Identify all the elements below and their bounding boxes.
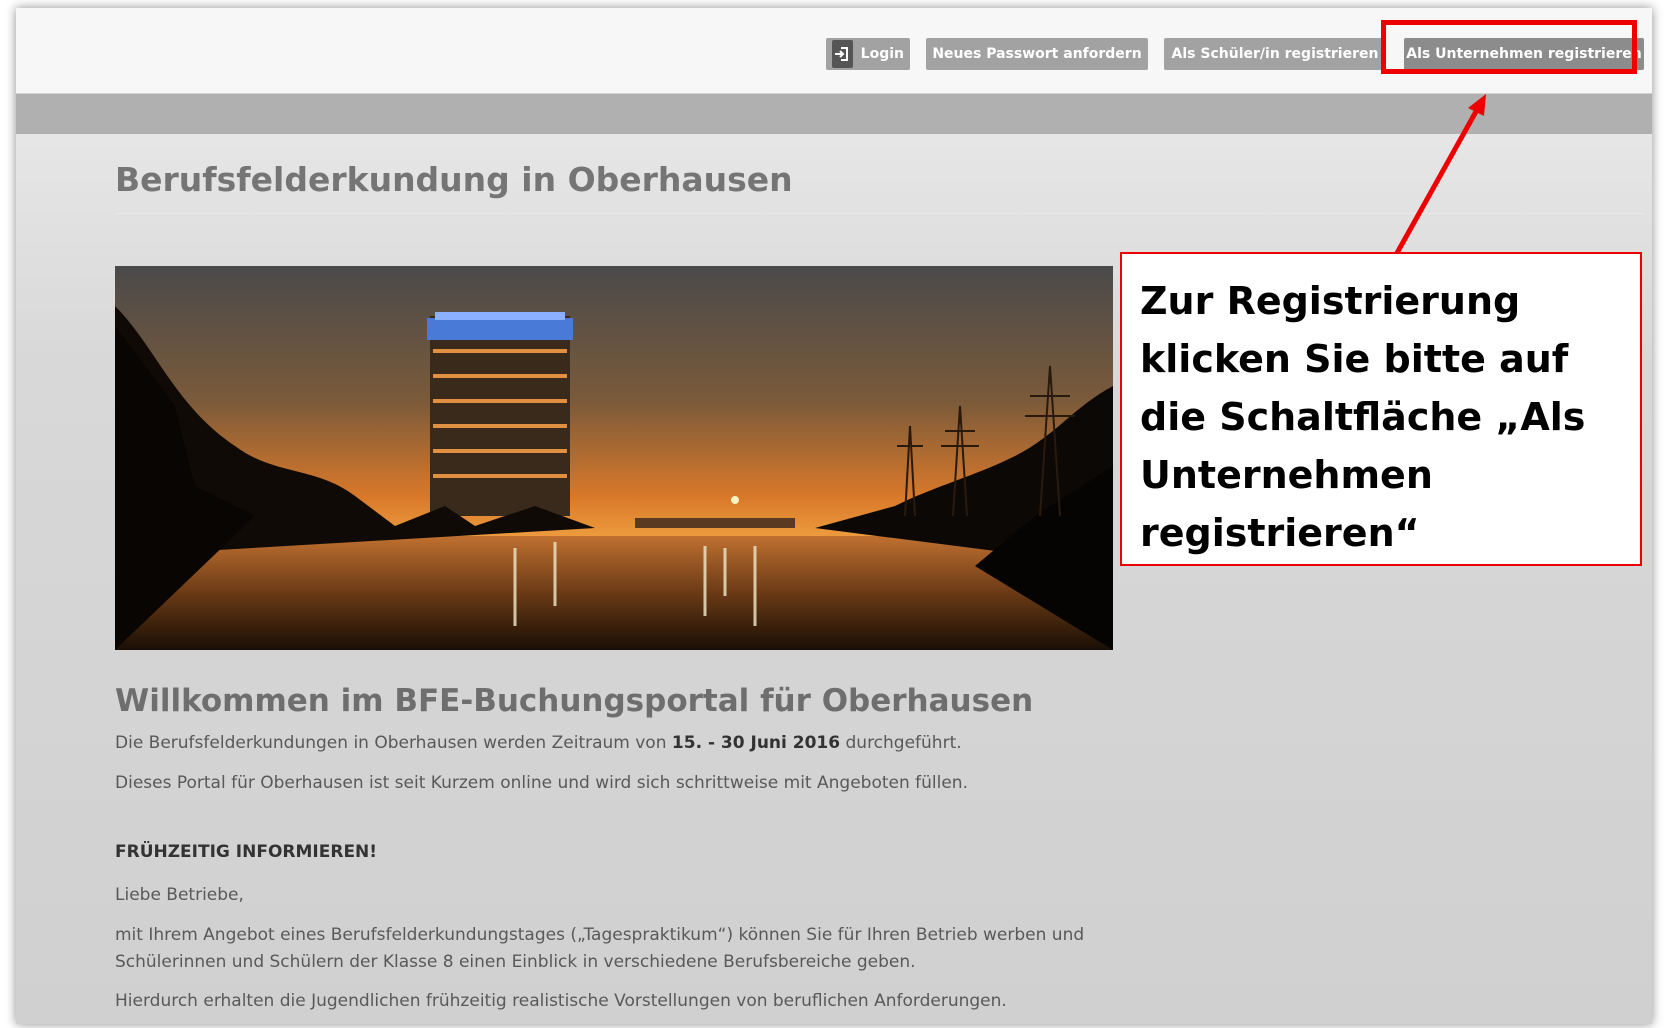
intro-date: 15. - 30 Juni 2016 — [671, 733, 841, 753]
request-password-label: Neues Passwort anfordern — [932, 46, 1142, 62]
offer-paragraph: mit Ihrem Angebot eines Berufsfelderkund… — [115, 925, 1085, 972]
header-band — [16, 94, 1652, 134]
intro-text-start: Die Berufsfelderkundungen in Oberhausen … — [115, 733, 672, 753]
student-register-label: Als Schüler/in registrieren — [1171, 46, 1379, 62]
request-password-button[interactable]: Neues Passwort anfordern — [926, 38, 1148, 70]
intro-text-end: durchgeführt. — [840, 733, 962, 753]
sign-in-icon — [832, 40, 853, 68]
greeting-paragraph: Liebe Betriebe, — [115, 885, 244, 905]
welcome-heading: Willkommen im BFE-Buchungsportal für Obe… — [115, 683, 1034, 719]
intro-paragraph: Die Berufsfelderkundungen in Oberhausen … — [115, 730, 1135, 757]
callout-text: Zur Registrierung klicken Sie bitte auf … — [1140, 279, 1586, 555]
student-register-button[interactable]: Als Schüler/in registrieren — [1164, 38, 1386, 70]
section-heading: FRÜHZEITIG INFORMIEREN! — [115, 842, 378, 862]
portal-paragraph: Dieses Portal für Oberhausen ist seit Ku… — [115, 773, 968, 793]
highlight-box — [1381, 20, 1637, 74]
login-label: Login — [860, 46, 904, 62]
title-divider — [115, 213, 1645, 214]
closing-paragraph: Hierdurch erhalten die Jugendlichen früh… — [115, 991, 1007, 1011]
callout-box: Zur Registrierung klicken Sie bitte auf … — [1120, 252, 1642, 566]
hero-image — [115, 266, 1113, 650]
login-button[interactable]: Login — [826, 38, 910, 70]
page-title: Berufsfelderkundung in Oberhausen — [115, 160, 793, 199]
